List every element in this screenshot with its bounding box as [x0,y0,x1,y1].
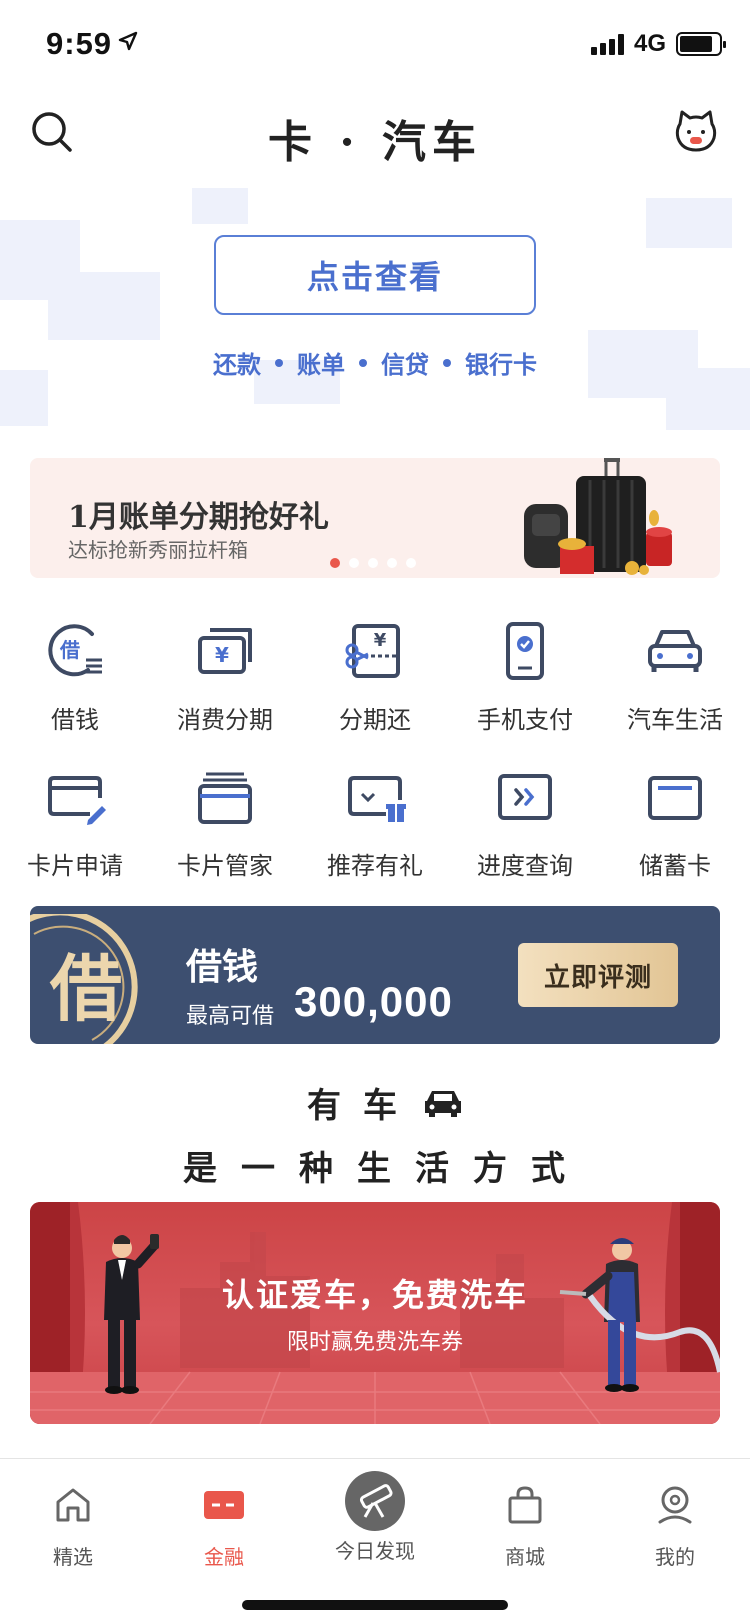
borrow-money-icon: 借 [48,624,102,677]
separator-dot [443,358,451,367]
grid-label: 手机支付 [477,707,573,734]
car-life-icon [648,630,702,672]
status-bar: 9:59 4G [0,0,750,90]
tab-label: 我的 [655,1547,695,1569]
grid-item-debit-card[interactable]: 储蓄卡 [600,756,750,902]
yuan-badge: ¥ [215,643,229,667]
carousel-dots [330,558,416,568]
loan-subtitle: 最高可借 [186,1003,275,1028]
grid-label: 卡片管家 [177,853,273,880]
home-indicator[interactable] [242,1600,508,1610]
grid-item-installment-repay[interactable]: ¥ 分期还 [300,610,450,756]
separator-dot [275,358,283,367]
tab-label: 今日发现 [335,1541,415,1563]
yuan-badge: ¥ [374,630,387,651]
signal-icon [590,33,624,55]
debit-card-icon [648,776,702,820]
finance-card-icon [204,1491,244,1519]
carousel-dot[interactable] [406,558,416,568]
card-manager-icon [198,772,252,824]
wash-banner-title: 认证爱车，免费洗车 [221,1276,528,1314]
tab-featured[interactable]: 精选 [13,1477,133,1570]
tab-discover[interactable]: 今日发现 [315,1471,435,1564]
service-row: 借 借钱 ¥ 消费分期 ¥ 分期还 手机支付 汽车生活 [0,610,750,756]
progress-query-icon [498,774,552,820]
car-heading-line2: 是一种生活方式 [183,1149,589,1189]
loan-title: 借钱 [186,946,259,988]
grid-item-mobile-pay[interactable]: 手机支付 [450,610,600,756]
grid-label: 进度查询 [477,853,573,880]
grid-label: 储蓄卡 [639,853,711,880]
grid-label: 分期还 [339,707,411,734]
hero-section: 点击查看 还款 账单 信贷 银行卡 [0,180,750,440]
status-indicators: 4G [590,30,726,58]
home-icon [56,1488,90,1522]
grid-item-referral[interactable]: 推荐有礼 [300,756,450,902]
grid-item-borrow[interactable]: 借 借钱 [0,610,150,756]
grid-label: 汽车生活 [627,707,723,734]
mobile-pay-icon [506,622,544,680]
car-section-heading: 有车 是一种生活方式 [0,1078,750,1190]
seal-char: 借 [49,946,122,1031]
car-icon [425,1090,461,1117]
tab-finance[interactable]: 金融 [164,1477,284,1570]
card-apply-icon [48,776,106,825]
battery-icon [676,32,726,56]
link-credit[interactable]: 信贷 [381,345,429,380]
tab-label: 金融 [204,1547,244,1569]
carousel-dot[interactable] [368,558,378,568]
carousel-dot[interactable] [330,558,340,568]
evaluate-now-button[interactable]: 立即评测 [518,943,678,1007]
service-row: 卡片申请 卡片管家 推荐有礼 进度查询 储蓄卡 [0,756,750,902]
borrow-seal-icon: 借 [30,914,138,1044]
shopping-bag-icon [508,1486,542,1524]
carousel-dot[interactable] [349,558,359,568]
quick-links: 还款 账单 信贷 银行卡 [0,345,750,380]
grid-label: 推荐有礼 [327,853,423,880]
grid-item-card-apply[interactable]: 卡片申请 [0,756,150,902]
loan-banner[interactable]: 借 借钱 最高可借 300,000 立即评测 [30,906,720,1044]
link-bank-card[interactable]: 银行卡 [465,345,537,380]
luggage-illustration [524,458,672,575]
link-repayment[interactable]: 还款 [213,345,261,380]
car-wash-banner[interactable]: 认证爱车，免费洗车 限时赢免费洗车券 [30,1202,720,1424]
grid-item-progress[interactable]: 进度查询 [450,756,600,902]
view-details-button[interactable]: 点击查看 [214,235,536,315]
tab-label: 精选 [53,1547,93,1569]
promo-subtitle: 达标抢新秀丽拉杆箱 [68,540,248,562]
borrow-badge-char: 借 [59,638,80,662]
promo-carousel[interactable]: 1月账单分期抢好礼 达标抢新秀丽拉杆箱 [30,458,720,578]
referral-gift-icon [348,776,406,822]
promo-title: 1月账单分期抢好礼 [68,500,329,535]
profile-icon [658,1486,692,1524]
grid-label: 消费分期 [177,707,273,734]
grid-label: 借钱 [51,707,99,734]
grid-item-installment[interactable]: ¥ 消费分期 [150,610,300,756]
tab-label: 商城 [505,1547,545,1569]
tab-mine[interactable]: 我的 [615,1477,735,1570]
network-type: 4G [633,30,666,57]
grid-label: 卡片申请 [27,853,123,880]
wash-banner-subtitle: 限时赢免费洗车券 [286,1329,463,1354]
grid-item-card-manager[interactable]: 卡片管家 [150,756,300,902]
top-nav: 卡 · 汽车 [0,90,750,180]
link-bill[interactable]: 账单 [297,345,345,380]
car-heading-line1: 有车 [307,1086,419,1126]
grid-item-car-life[interactable]: 汽车生活 [600,610,750,756]
tab-mall[interactable]: 商城 [465,1477,585,1570]
mascot-message-icon[interactable] [672,106,720,154]
status-time: 9:59 [46,26,113,61]
location-arrow-icon [118,31,138,51]
telescope-icon [345,1471,405,1531]
service-grid: 借 借钱 ¥ 消费分期 ¥ 分期还 手机支付 汽车生活 卡片申请 卡片管家 推荐… [0,610,750,902]
loan-amount: 300,000 [294,978,453,1025]
carousel-dot[interactable] [387,558,397,568]
separator-dot [359,358,367,367]
installment-card-icon: ¥ [198,628,252,674]
page-title: 卡 · 汽车 [268,117,482,168]
installment-repay-icon: ¥ [345,624,400,678]
